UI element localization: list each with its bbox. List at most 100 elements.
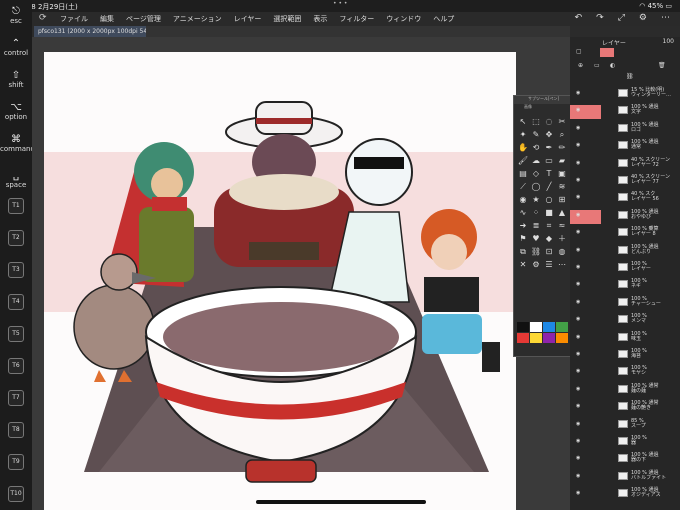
layer-row[interactable]: ◉ 85 % スープ xyxy=(570,418,680,436)
ruler-icon[interactable]: ⟋ xyxy=(517,181,529,193)
visibility-eye-icon[interactable]: ◉ xyxy=(576,455,580,461)
star-icon[interactable]: ★ xyxy=(530,194,542,206)
tool-button-t8[interactable]: T8 xyxy=(8,422,24,438)
visibility-eye-icon[interactable]: ◉ xyxy=(576,194,580,200)
zoom-icon[interactable]: ⌕ xyxy=(556,129,568,141)
rotate-icon[interactable]: ⟲ xyxy=(530,142,542,154)
menu-file[interactable]: ファイル xyxy=(60,14,88,24)
canvas-paper[interactable] xyxy=(44,52,516,510)
tool-button-t6[interactable]: T6 xyxy=(8,358,24,374)
swatch-red[interactable] xyxy=(517,333,529,343)
visibility-eye-icon[interactable]: ◉ xyxy=(576,177,580,183)
opacity-value[interactable]: 100 xyxy=(663,38,674,45)
diamond-icon[interactable]: ◆ xyxy=(543,233,555,245)
visibility-eye-icon[interactable]: ◉ xyxy=(576,247,580,253)
visibility-eye-icon[interactable]: ◉ xyxy=(576,334,580,340)
visibility-eye-icon[interactable]: ◉ xyxy=(576,351,580,357)
layer-row[interactable]: ◉ 100 % 通常 麺の艶き xyxy=(570,401,680,418)
tool-button-t9[interactable]: T9 xyxy=(8,454,24,470)
visibility-eye-icon[interactable]: ◉ xyxy=(576,421,580,427)
blur-icon[interactable]: ◍ xyxy=(556,246,568,258)
visibility-eye-icon[interactable]: ◉ xyxy=(576,386,580,392)
tool-button-t2[interactable]: T2 xyxy=(8,230,24,246)
layer-row[interactable]: ◉ 100 % メンマ xyxy=(570,314,680,331)
undo-icon[interactable]: ↶ xyxy=(575,13,583,23)
lasso-icon[interactable]: ◌ xyxy=(543,116,555,128)
stamp-icon[interactable]: ◉ xyxy=(517,194,529,206)
text-icon[interactable]: T xyxy=(543,168,555,180)
visibility-eye-icon[interactable]: ◉ xyxy=(576,490,580,496)
pen-icon[interactable]: ✒ xyxy=(543,142,555,154)
multitask-dots[interactable]: • • • xyxy=(333,0,347,7)
flag-icon[interactable]: ⚑ xyxy=(517,233,529,245)
wave-icon[interactable]: ≈ xyxy=(556,220,568,232)
layer-row[interactable]: ◉ 40 % スク レイヤー 56 xyxy=(570,192,680,209)
swatch-yellow[interactable] xyxy=(530,333,542,343)
visibility-eye-icon[interactable]: ◉ xyxy=(576,229,580,235)
eyedropper-icon[interactable]: ✎ xyxy=(530,129,542,141)
new-layer-icon[interactable]: ⊕ xyxy=(578,62,583,69)
eraser-icon[interactable]: ▭ xyxy=(543,155,555,167)
swatch-blue[interactable] xyxy=(543,322,555,332)
visibility-eye-icon[interactable]: ◉ xyxy=(576,281,580,287)
menu-help[interactable]: ヘルプ xyxy=(433,14,454,24)
menu-selection[interactable]: 選択範囲 xyxy=(273,14,301,24)
fullscreen-icon[interactable]: ⤢ xyxy=(618,13,625,23)
shape-icon[interactable]: ◇ xyxy=(530,168,542,180)
control-key[interactable]: ⌃ control xyxy=(0,38,32,57)
lock-icon[interactable]: ⊡ xyxy=(543,246,555,258)
circle-icon[interactable]: ○ xyxy=(543,194,555,206)
grid-icon[interactable]: ⊞ xyxy=(556,194,568,206)
visibility-eye-icon[interactable]: ◉ xyxy=(576,107,580,113)
fill-icon[interactable]: ▰ xyxy=(556,155,568,167)
layer-row[interactable]: ◉ 100 % チャーシュー xyxy=(570,296,680,314)
select-icon[interactable]: ⬚ xyxy=(530,116,542,128)
visibility-eye-icon[interactable]: ◉ xyxy=(576,403,580,409)
tool-button-t10[interactable]: T10 xyxy=(8,486,24,502)
visibility-eye-icon[interactable]: ◉ xyxy=(576,299,580,305)
layer-row[interactable]: ◉ 100 % 通過 オジディアス xyxy=(570,488,680,505)
layer-row[interactable]: ◉ 100 % 通常 麺の麺 xyxy=(570,383,680,401)
visibility-eye-icon[interactable]: ◉ xyxy=(576,142,580,148)
menu-layer[interactable]: レイヤー xyxy=(234,14,262,24)
visibility-eye-icon[interactable]: ◉ xyxy=(576,473,580,479)
frame-icon[interactable]: ▣ xyxy=(556,168,568,180)
app-logo-icon[interactable]: ⟳ xyxy=(39,13,47,23)
accent-swatch[interactable] xyxy=(600,48,614,57)
layer-row[interactable]: ◉ 15 % 比較(明) ウィンターリー… xyxy=(570,88,680,105)
tool-button-t1[interactable]: T1 xyxy=(8,198,24,214)
copy-icon[interactable]: ⧉ xyxy=(517,246,529,258)
visibility-eye-icon[interactable]: ◉ xyxy=(576,160,580,166)
layer-row[interactable]: ◉ 100 % 海苔 xyxy=(570,349,680,366)
redo-icon[interactable]: ↷ xyxy=(596,13,604,23)
square-icon[interactable]: ■ xyxy=(543,207,555,219)
layer-row[interactable]: ◉ 40 % スクリーン レイヤー 77 xyxy=(570,175,680,192)
swatch-black[interactable] xyxy=(517,322,529,332)
settings-icon[interactable]: ⚙ xyxy=(530,259,542,271)
visibility-eye-icon[interactable]: ◉ xyxy=(576,316,580,322)
dots-icon[interactable]: ⁘ xyxy=(530,207,542,219)
balloon-icon[interactable]: ◯ xyxy=(530,181,542,193)
visibility-eye-icon[interactable]: ◉ xyxy=(576,212,580,218)
triangle-icon[interactable]: ▲ xyxy=(556,207,568,219)
menu-filter[interactable]: フィルター xyxy=(339,14,374,24)
plus-icon[interactable]: ＋ xyxy=(556,233,568,245)
layer-row[interactable]: ◉ 100 % 器 xyxy=(570,436,680,453)
menu-animation[interactable]: アニメーション xyxy=(173,14,222,24)
menu-window[interactable]: ウィンドウ xyxy=(386,14,421,24)
layer-row[interactable]: ◉ 100 % レイヤー xyxy=(570,262,680,279)
folder-icon[interactable]: ▭ xyxy=(594,62,600,69)
layer-row[interactable]: ◉ 100 % 通過 器の下 xyxy=(570,453,680,470)
line-icon[interactable]: ╱ xyxy=(543,181,555,193)
menu-edit[interactable]: 編集 xyxy=(100,14,114,24)
hand-icon[interactable]: ✋ xyxy=(517,142,529,154)
more-icon[interactable]: ⋯ xyxy=(661,13,670,23)
gear-icon[interactable]: ⚙ xyxy=(639,13,647,23)
heart-icon[interactable]: ♥ xyxy=(530,233,542,245)
brush-icon[interactable]: 🖌 xyxy=(517,155,529,167)
visibility-eye-icon[interactable]: ◉ xyxy=(576,368,580,374)
airbrush-icon[interactable]: ☁ xyxy=(530,155,542,167)
tool-button-t4[interactable]: T4 xyxy=(8,294,24,310)
mask-icon[interactable]: ◐ xyxy=(610,62,615,69)
close-icon[interactable]: ✕ xyxy=(517,259,529,271)
